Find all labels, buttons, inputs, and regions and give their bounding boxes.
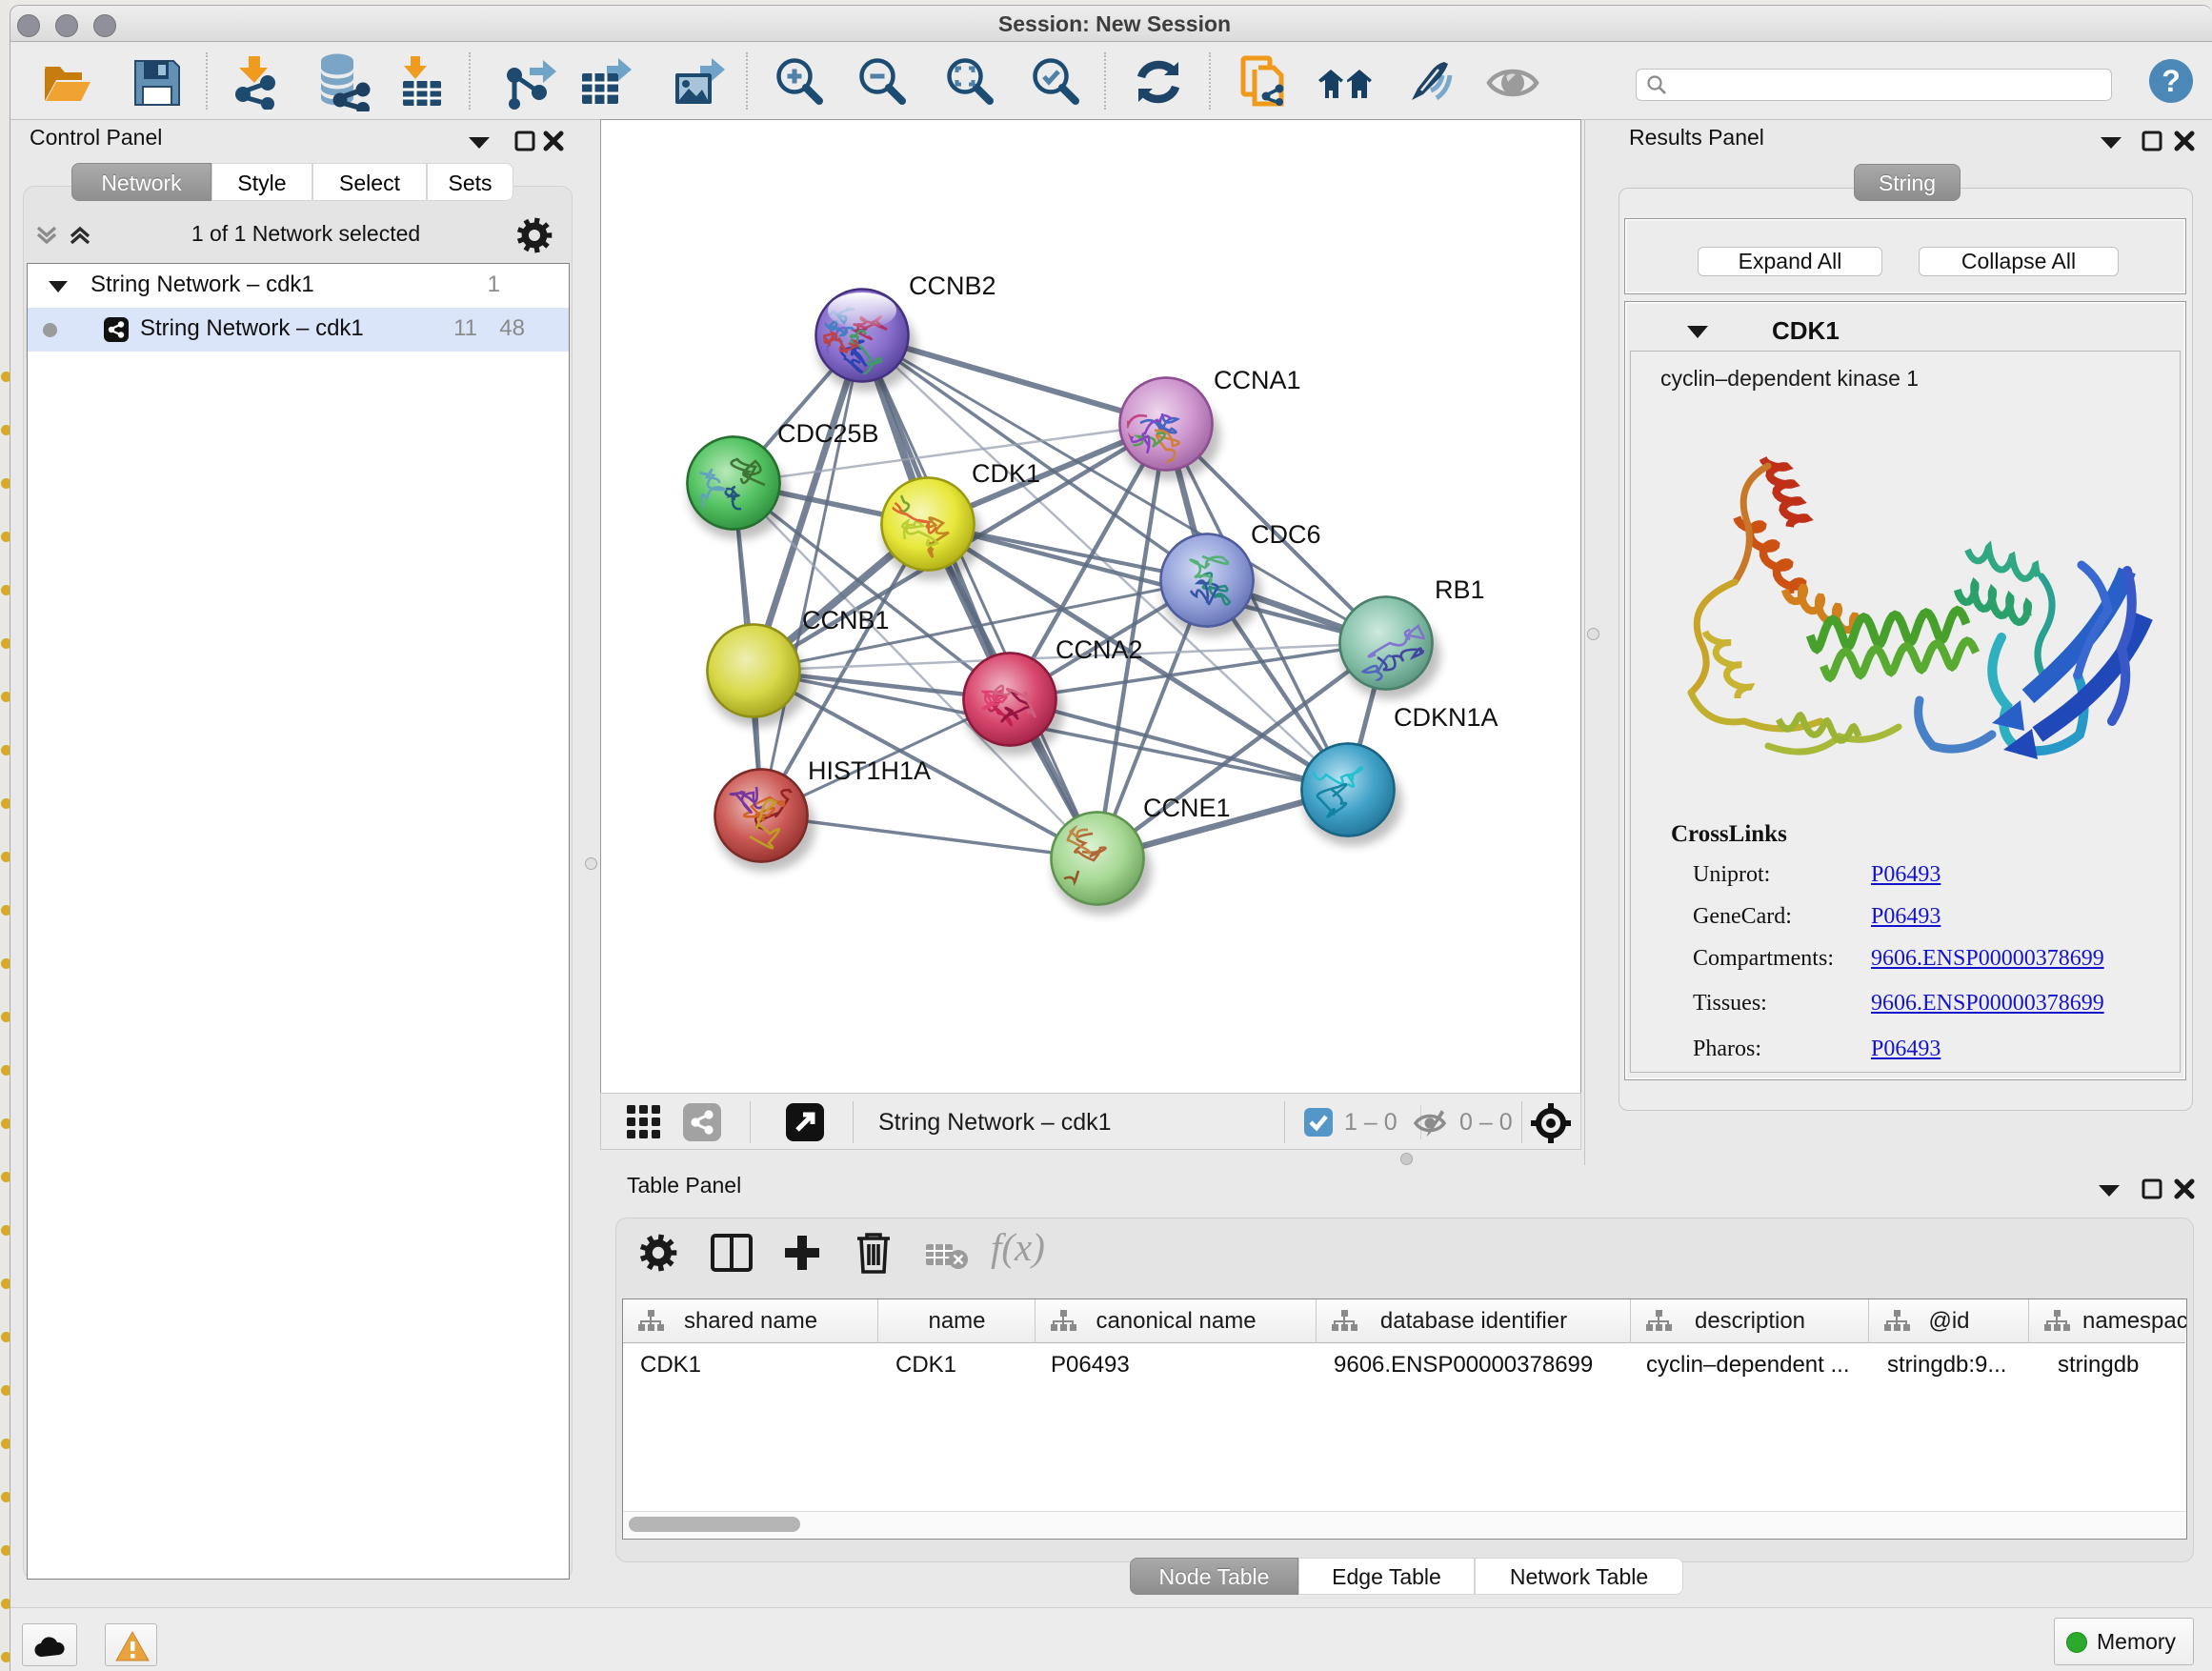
svg-text:RB1: RB1: [1435, 575, 1485, 604]
svg-text:HIST1H1A: HIST1H1A: [808, 756, 931, 785]
svg-text:CCNA1: CCNA1: [1214, 366, 1301, 394]
svg-text:CDC25B: CDC25B: [777, 419, 879, 448]
svg-text:CCNB2: CCNB2: [909, 272, 996, 300]
svg-text:?: ?: [2162, 64, 2181, 98]
svg-text:CCNA2: CCNA2: [1056, 635, 1143, 664]
svg-text:CCNB1: CCNB1: [802, 606, 890, 634]
svg-text:CDC6: CDC6: [1251, 520, 1321, 549]
svg-text:CDKN1A: CDKN1A: [1394, 703, 1498, 732]
svg-text:CDK1: CDK1: [972, 459, 1040, 488]
svg-text:CCNE1: CCNE1: [1143, 794, 1231, 822]
